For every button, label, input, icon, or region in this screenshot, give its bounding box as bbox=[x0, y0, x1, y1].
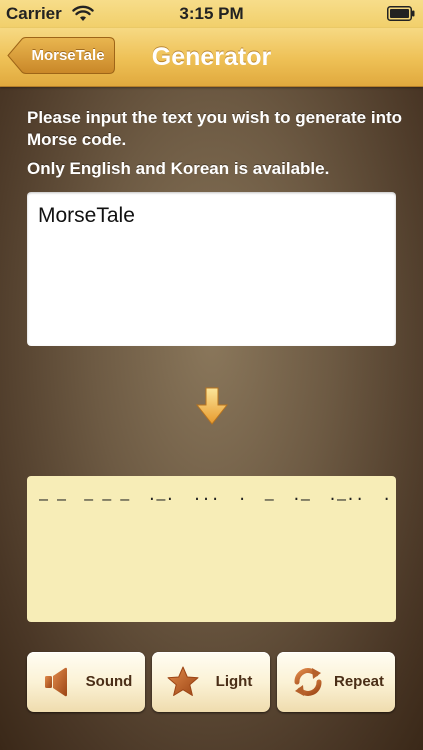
sound-button-label: Sound bbox=[85, 673, 133, 690]
battery-icon bbox=[387, 6, 415, 21]
language-note: Only English and Korean is available. bbox=[27, 159, 330, 178]
status-bar: Carrier 3:15 PM bbox=[0, 0, 423, 28]
repeat-button-label: Repeat bbox=[333, 673, 385, 690]
star-icon bbox=[167, 666, 199, 696]
arrow-down-icon bbox=[196, 387, 228, 425]
sound-button[interactable]: Sound bbox=[27, 652, 145, 712]
page-title: Generator bbox=[151, 43, 272, 71]
navigation-bar: MorseTale Generator bbox=[0, 28, 423, 87]
light-button-label: Light bbox=[215, 673, 253, 690]
instruction-text: Please input the text you wish to genera… bbox=[27, 108, 403, 149]
morse-output: — — — — — ·—· ··· · — ·— ·—·· · bbox=[27, 476, 396, 622]
repeat-icon bbox=[294, 668, 322, 696]
status-time: 3:15 PM bbox=[179, 4, 244, 23]
text-input[interactable]: MorseTale bbox=[27, 192, 396, 346]
speaker-icon bbox=[45, 667, 67, 697]
light-button[interactable]: Light bbox=[152, 652, 270, 712]
repeat-button[interactable]: Repeat bbox=[277, 652, 395, 712]
generator-screen: Carrier 3:15 PM MorseTale Generator Plea… bbox=[0, 0, 423, 750]
